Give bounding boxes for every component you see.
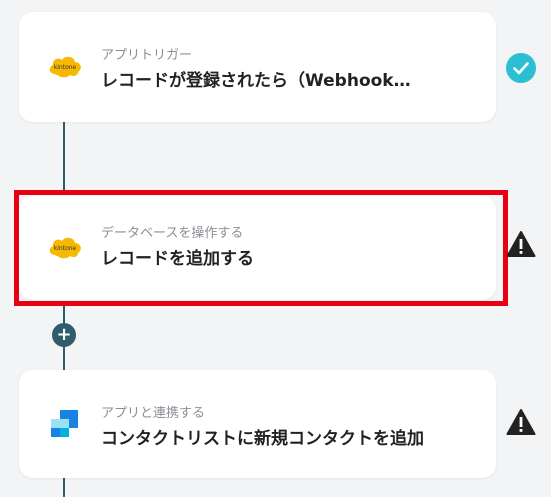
step-category-label: アプリと連携する xyxy=(101,406,206,421)
warning-icon xyxy=(506,229,536,259)
step-title: レコードが登録されたら（Webhook… xyxy=(101,71,411,91)
svg-text:kintone: kintone xyxy=(54,64,77,71)
flow-step-app-action[interactable]: アプリと連携する コンタクトリストに新規コンタクトを追加 xyxy=(19,370,496,478)
sendgrid-logo-icon xyxy=(47,406,83,442)
add-step-button[interactable]: + xyxy=(52,323,76,347)
check-icon xyxy=(506,53,536,83)
kintone-logo-icon: kintone xyxy=(47,49,83,85)
step-title: コンタクトリストに新規コンタクトを追加 xyxy=(101,429,424,449)
flow-connector-line xyxy=(63,120,65,192)
warning-icon xyxy=(506,407,536,437)
step-category-label: アプリトリガー xyxy=(101,48,193,63)
flow-connector-line xyxy=(63,478,65,497)
flow-step-trigger[interactable]: kintone アプリトリガー レコードが登録されたら（Webhook… xyxy=(19,12,496,122)
selected-step-highlight xyxy=(14,190,508,306)
